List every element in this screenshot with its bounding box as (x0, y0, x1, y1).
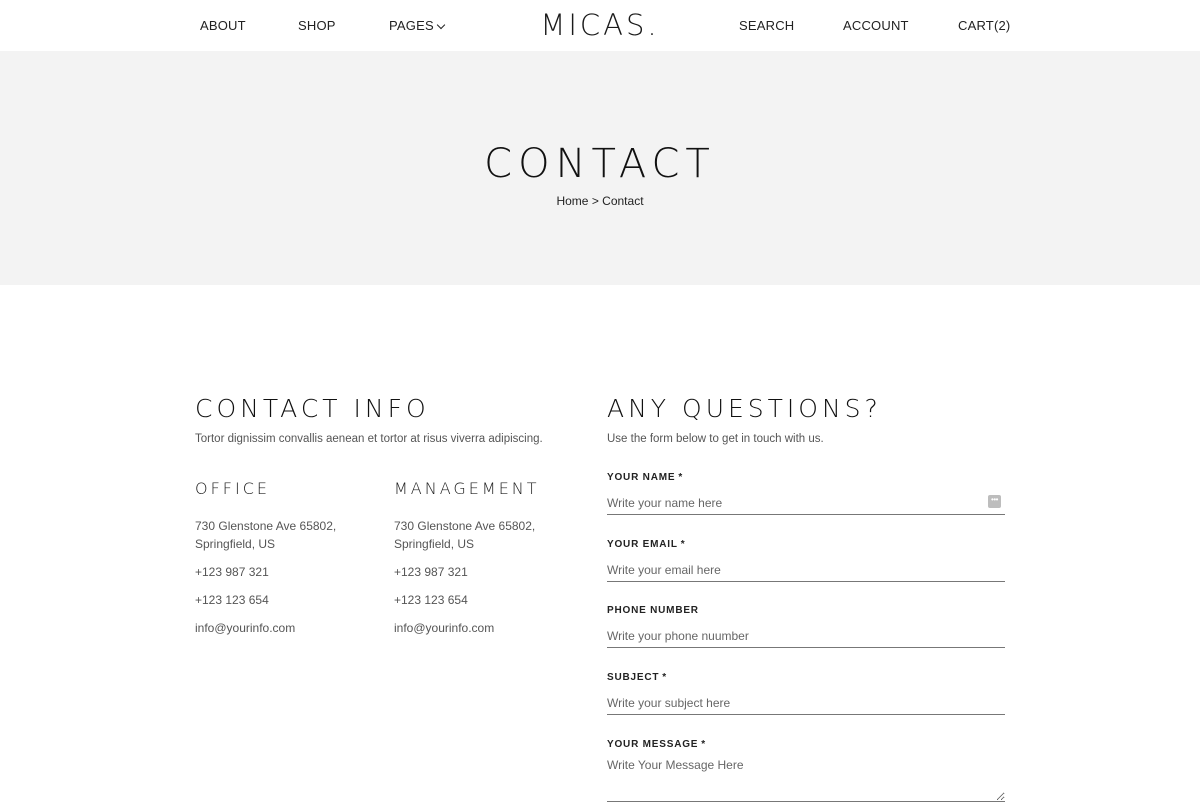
name-field: YOUR NAME* ••• (607, 472, 1005, 515)
message-label-text: YOUR MESSAGE (607, 739, 699, 750)
contact-info-intro: Tortor dignissim convallis aenean et tor… (195, 433, 543, 445)
office-address: 730 Glenstone Ave 65802, Springfield, US (195, 519, 337, 551)
nav-account-link[interactable]: ACCOUNT (843, 18, 909, 33)
required-marker: * (680, 539, 686, 550)
phone-field-label: PHONE NUMBER (607, 605, 1005, 616)
breadcrumb-separator: > (591, 194, 599, 208)
message-field: YOUR MESSAGE * (607, 739, 1005, 802)
phone-input[interactable] (607, 624, 1005, 648)
management-address: 730 Glenstone Ave 65802, Springfield, US (394, 519, 536, 551)
office-phone-2: +123 123 654 (195, 593, 269, 607)
required-marker: * (701, 739, 706, 750)
name-input[interactable] (607, 491, 1005, 515)
questions-intro: Use the form below to get in touch with … (607, 433, 824, 445)
office-phone-1: +123 987 321 (195, 565, 269, 579)
management-phone-1: +123 987 321 (394, 565, 468, 579)
message-textarea[interactable] (607, 758, 1005, 802)
breadcrumb-current: Contact (602, 194, 644, 208)
required-marker: * (662, 672, 667, 683)
site-header: ABOUT SHOP PAGES MICAS. SEARCH ACCOUNT C… (0, 0, 1200, 51)
name-label-text: YOUR NAME (607, 472, 676, 483)
email-field-label: YOUR EMAIL * (607, 539, 1005, 550)
subject-input[interactable] (607, 691, 1005, 715)
subject-label-text: SUBJECT (607, 672, 660, 683)
breadcrumb: Home > Contact (0, 194, 1200, 208)
subject-field: SUBJECT * (607, 672, 1005, 715)
email-label-text: YOUR EMAIL (607, 539, 678, 550)
email-input[interactable] (607, 558, 1005, 582)
nav-search-link[interactable]: SEARCH (739, 18, 794, 33)
autofill-key-icon[interactable]: ••• (988, 495, 1001, 508)
subject-field-label: SUBJECT * (607, 672, 1005, 683)
management-phone-2: +123 123 654 (394, 593, 468, 607)
page-hero: CONTACT Home > Contact (0, 51, 1200, 285)
name-field-label: YOUR NAME * (607, 472, 1005, 483)
questions-title: ANY QUESTIONS? (607, 394, 882, 423)
breadcrumb-home-link[interactable]: Home (556, 194, 588, 208)
office-email[interactable]: info@yourinfo.com (195, 619, 295, 637)
email-field: YOUR EMAIL * (607, 539, 1005, 582)
phone-label-text: PHONE NUMBER (607, 605, 699, 616)
contact-info-title: CONTACT INFO (195, 394, 430, 423)
required-marker: * (678, 472, 684, 483)
management-title: MANAGEMENT (394, 479, 540, 498)
page-title: CONTACT (484, 141, 716, 187)
message-field-label: YOUR MESSAGE * (607, 739, 1005, 750)
site-logo[interactable]: MICAS. (0, 8, 1200, 42)
management-email[interactable]: info@yourinfo.com (394, 619, 494, 637)
office-title: OFFICE (195, 479, 270, 498)
phone-field: PHONE NUMBER (607, 605, 1005, 648)
nav-cart-link[interactable]: CART(2) (958, 18, 1010, 33)
